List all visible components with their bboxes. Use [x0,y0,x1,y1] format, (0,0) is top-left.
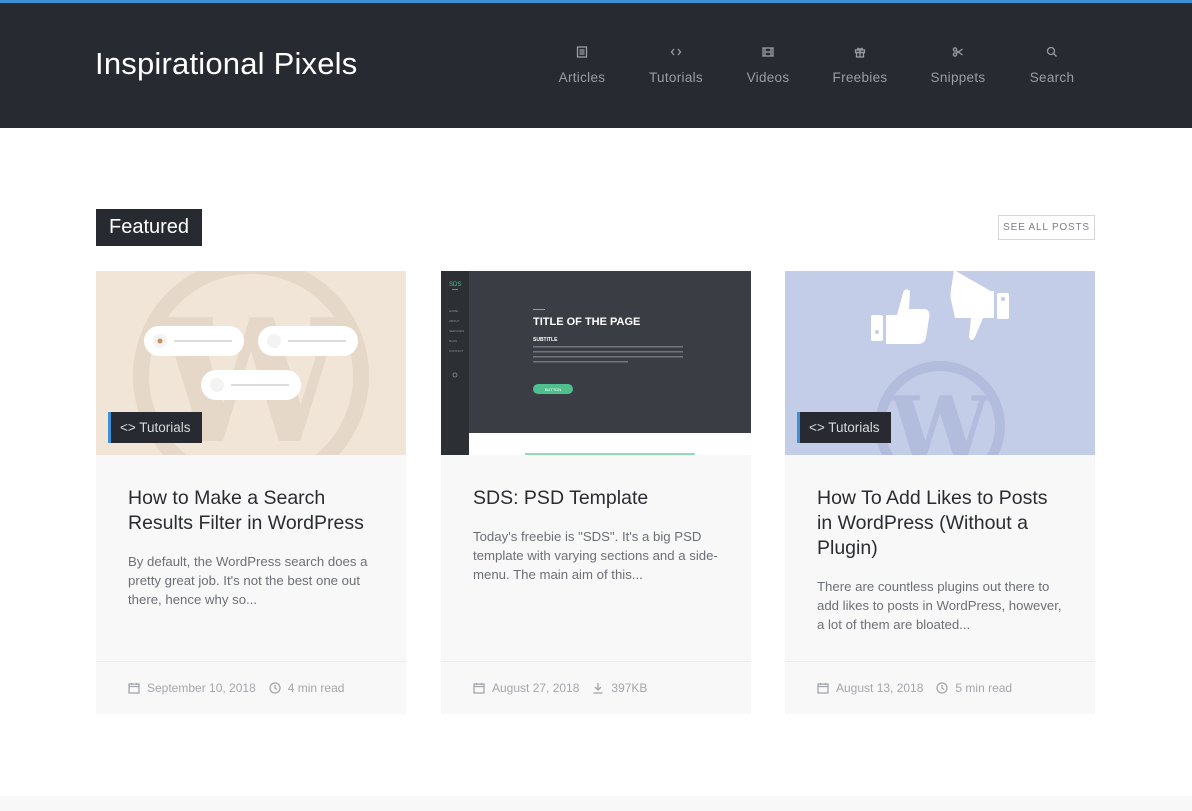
post-meta: August 27, 2018 397KB [441,661,751,714]
site-header: Inspirational Pixels Articles Tutorials … [0,3,1192,128]
post-title[interactable]: SDS: PSD Template [473,486,723,511]
post-card[interactable]: SDS HOME ABOUT SERVICES BLOG CONTACT TIT… [441,271,751,714]
file-size: 397KB [611,681,648,695]
main-nav: Articles Tutorials Videos Freebies Snipp… [535,45,1095,85]
preview-heading: TITLE OF THE PAGE [533,316,640,328]
code-icon: <> [809,420,825,435]
preview-menu-item: HOME [449,309,458,313]
preview-button: BUTTON [545,387,561,392]
footer-strip [0,796,1192,811]
nav-item-videos[interactable]: Videos [723,45,813,85]
read-time: 5 min read [955,681,1013,695]
nav-item-tutorials[interactable]: Tutorials [629,45,723,85]
thumbs-down-icon [950,271,1009,340]
nav-label: Articles [558,70,606,85]
category-badge[interactable]: <> Tutorials [797,412,891,443]
scissors-icon [951,45,965,59]
psd-template-preview: SDS HOME ABOUT SERVICES BLOG CONTACT TIT… [441,271,751,455]
nav-label: Tutorials [649,70,703,85]
search-icon [1045,45,1059,59]
nav-item-freebies[interactable]: Freebies [813,45,907,85]
category-label: Tutorials [828,420,880,435]
read-time: 4 min read [287,681,345,695]
article-icon [575,45,589,59]
clock-icon [269,682,281,694]
see-all-posts-button[interactable]: SEE ALL POSTS [998,215,1095,240]
nav-label: Freebies [832,70,888,85]
nav-item-search[interactable]: Search [1009,45,1095,85]
preview-menu-item: SERVICES [449,329,464,333]
post-meta: August 13, 2018 5 min read [785,661,1095,714]
nav-label: Snippets [930,70,986,85]
thumbs-up-icon [871,289,930,344]
post-excerpt: There are countless plugins out there to… [817,579,1062,632]
calendar-icon [817,683,829,694]
post-date: September 10, 2018 [147,681,256,695]
post-card[interactable]: W <> Tutorials How to Make a Search Resu… [96,271,406,714]
preview-menu-item: CONTACT [449,349,463,353]
nav-item-snippets[interactable]: Snippets [907,45,1009,85]
preview-menu-item: BLOG [449,339,458,343]
film-icon [761,45,775,59]
site-logo[interactable]: Inspirational Pixels [95,46,357,82]
nav-label: Search [1029,70,1075,85]
category-badge[interactable]: <> Tutorials [108,412,202,443]
post-date: August 13, 2018 [836,681,924,695]
post-card[interactable]: W <> Tutorials How To Add Likes to Posts… [785,271,1095,714]
code-icon [669,45,683,59]
preview-brand: SDS [449,282,461,288]
post-title[interactable]: How To Add Likes to Posts in WordPress (… [817,486,1067,561]
svg-text:W: W [888,377,992,455]
download-icon [593,683,603,694]
gift-icon [853,45,867,59]
post-date: August 27, 2018 [492,681,580,695]
preview-subtitle: SUBTITLE [533,337,558,343]
post-thumbnail[interactable]: SDS HOME ABOUT SERVICES BLOG CONTACT TIT… [441,271,751,455]
preview-menu-item: ABOUT [449,319,460,323]
code-icon: <> [120,420,136,435]
post-excerpt: Today's freebie is "SDS". It's a big PSD… [473,529,718,582]
post-thumbnail[interactable]: W <> Tutorials [96,271,406,455]
section-title: Featured [96,209,203,246]
calendar-icon [128,683,140,694]
clock-icon [936,682,949,694]
calendar-icon [473,683,485,694]
post-excerpt: By default, the WordPress search does a … [128,554,368,607]
post-meta: September 10, 2018 4 min read [96,661,406,714]
post-title[interactable]: How to Make a Search Results Filter in W… [128,486,378,536]
nav-item-articles[interactable]: Articles [535,45,629,85]
post-thumbnail[interactable]: W <> Tutorials [785,271,1095,455]
nav-label: Videos [746,70,790,85]
category-label: Tutorials [139,420,191,435]
